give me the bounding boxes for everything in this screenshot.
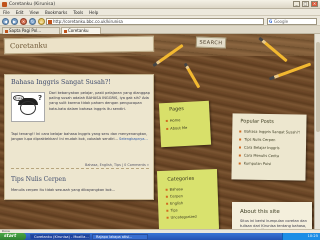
post-divider [11,168,149,169]
forward-icon[interactable]: ▶ [11,17,18,25]
category-item[interactable]: Tips [170,208,177,212]
search-button[interactable]: SEARCH [195,36,227,49]
firefox-icon [2,1,7,7]
about-heading: About this site [240,209,280,215]
category-item[interactable]: Bahasa [170,187,183,191]
categories-heading: Categories [167,175,195,183]
taskbar-item-other[interactable]: Rajapo lakapa atisi... [92,233,148,240]
pages-item-about[interactable]: About Me [170,126,187,131]
post2-title[interactable]: Tips Nulis Cerpen [11,176,66,183]
post-body-continued: Tapi tenang!! Ini cara belajar bahasa In… [11,132,151,142]
window-controls: _ □ × [293,1,318,7]
speech-bubble: Englis [13,95,24,101]
menu-edit[interactable]: Edit [16,10,24,15]
menu-bookmarks[interactable]: Bookmarks [45,10,67,15]
post-meta[interactable]: Bahasa, English, Tips | 0 Comments » [85,163,149,167]
minimize-button[interactable]: _ [293,1,300,7]
reload-icon[interactable]: ↻ [29,17,36,25]
menu-file[interactable]: File [3,10,10,15]
system-tray-clock: 10:25 [282,233,320,240]
menu-tools[interactable]: Tools [73,10,83,15]
pencil-decoration [268,62,312,81]
page-viewport: Coretanku SEARCH Bahasa Inggris Sangat S… [0,34,320,229]
pages-item-home[interactable]: Home [170,118,181,123]
tab-bar: Sapta Pagi Pol... Coretanku [0,26,320,34]
category-item[interactable]: English [170,201,183,205]
page-scrollbar[interactable] [314,34,320,229]
question-mark-icon: ? [37,94,42,102]
category-item[interactable]: Uncategorized [171,215,197,220]
blog-title: Coretanku [9,41,48,51]
popular-posts-widget: Popular Posts Bahasa Inggris Sangat Susa… [231,113,307,181]
pages-heading: Pages [169,106,185,113]
about-body: Situs ini berisi kumpulan coretan dan tu… [240,219,307,229]
stop-icon[interactable]: × [20,17,27,25]
about-widget: About this site Situs ini berisi kumpula… [232,202,312,229]
close-button[interactable]: × [311,1,318,7]
category-item[interactable]: Cerpen [170,194,183,198]
pages-widget: Pages Home About Me [158,100,212,148]
start-button[interactable]: start [0,233,26,240]
categories-widget: Categories Bahasa Cerpen English Tips Un… [156,168,220,229]
taskbar-item-firefox[interactable]: Coretanku (Kirunisa) - Mozilla... [30,233,90,240]
menu-bar: File Edit View Bookmarks Tools Help [0,9,320,16]
back-icon[interactable]: ◀ [2,17,9,25]
taskbar: start Coretanku (Kirunisa) - Mozilla... … [0,233,320,240]
navigation-toolbar: ◀ ▶ × ↻ ⌂ http://coretanku.bbc.co.uk/kir… [0,16,320,26]
post-illustration-face [20,101,36,115]
post-title[interactable]: Bahasa Inggris Sangat Susah?! [11,79,111,86]
post2-body: Menulis cerpen itu tidak sesusah yang di… [11,188,116,192]
post-card: Bahasa Inggris Sangat Susah?! Englis ? D… [4,74,154,200]
home-icon[interactable]: ⌂ [38,17,45,25]
popular-item[interactable]: Tips Nulis Cerpen [244,138,275,143]
window-title: Coretanku (Kirunisa) [9,2,56,7]
popular-item[interactable]: Cara Belajar Inggris [244,146,280,151]
post-illustration: Englis ? [11,92,45,122]
post-body: Dari kebanyakan pelajar, pasti pelajaran… [49,91,150,111]
popular-item[interactable]: Cara Menulis Cerita [244,154,279,159]
menu-view[interactable]: View [29,10,39,15]
scrollbar-thumb[interactable] [316,42,320,132]
url-input[interactable]: http://coretanku.bbc.co.uk/kirunisa [46,17,264,25]
pencil-decoration [183,62,201,89]
web-search-input[interactable]: Google [267,17,317,25]
tab-coretanku[interactable]: Coretanku [61,27,101,34]
popular-item[interactable]: Bahasa Inggris Sangat Susah?! [244,130,300,135]
tab-sapta[interactable]: Sapta Pagi Pol... [2,27,60,34]
maximize-button[interactable]: □ [302,1,309,7]
window-titlebar: Coretanku (Kirunisa) _ □ × [0,0,320,9]
popular-heading: Popular Posts [240,118,274,126]
blog-logo[interactable]: Coretanku [3,35,155,55]
read-more-link[interactable]: Selengkapnya... [119,137,148,141]
menu-help[interactable]: Help [89,10,98,15]
popular-item[interactable]: Kumpulan Puisi [244,162,271,166]
page-header: Coretanku SEARCH [0,34,320,56]
